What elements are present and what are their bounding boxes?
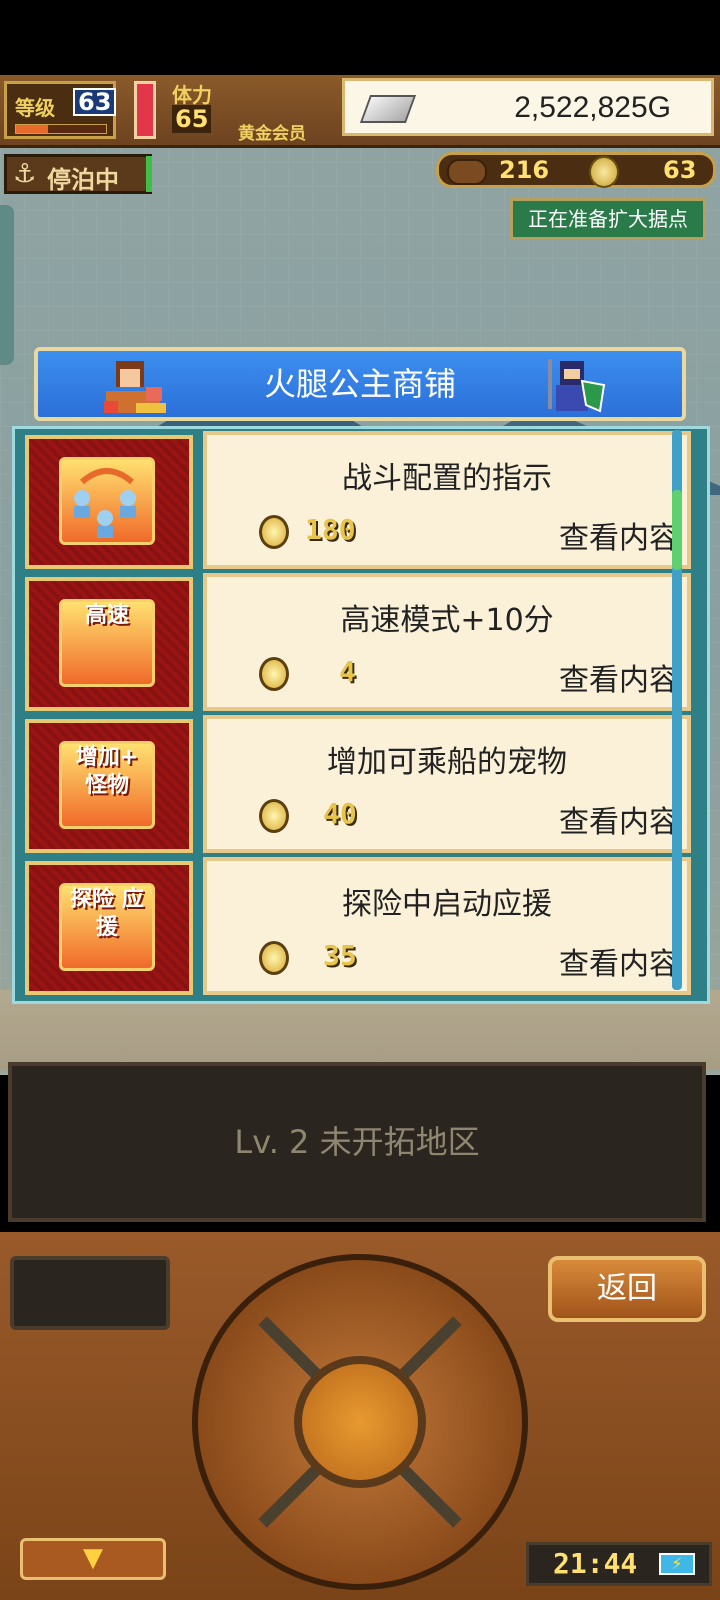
item-price: 4 — [339, 655, 356, 688]
menu-toggle-button[interactable]: ▼ — [20, 1538, 166, 1580]
meat-icon — [447, 159, 487, 185]
docked-status: ⚓ 停泊中 — [4, 154, 152, 194]
item-card[interactable]: 增加可乘船的宠物 40 查看内容 — [203, 715, 691, 853]
side-drawer-handle[interactable] — [0, 205, 14, 365]
item-title: 高速模式+10分 — [340, 603, 554, 638]
level-progress-bar — [15, 124, 107, 134]
item-title: 战斗配置的指示 — [342, 461, 552, 496]
item-thumbnail: 高速 — [25, 577, 193, 711]
anchor-icon: ⚓ — [13, 159, 37, 189]
formation-glyph — [74, 468, 136, 538]
battle-formation-icon — [59, 457, 155, 545]
item-card[interactable]: 探险中启动应援 35 查看内容 — [203, 857, 691, 995]
shop-header: 火腿公主商铺 — [34, 347, 686, 421]
coin-value: 63 — [663, 156, 697, 184]
knight-avatar-icon — [548, 359, 606, 413]
level-label: 等级 — [15, 96, 55, 120]
item-thumbnail — [25, 435, 193, 569]
coin-icon — [259, 657, 289, 691]
level-value: 63 — [73, 88, 117, 116]
item-title: 增加可乘船的宠物 — [327, 745, 567, 780]
stamina-gauge — [134, 81, 156, 139]
clock-box: 21:44 ⚡ — [526, 1542, 712, 1586]
item-thumbnail: 增加+ 怪物 — [25, 719, 193, 853]
game-screen: 等级 63 体力 65 黄金会员 2,522,825G ⚓ 停泊中 216 63… — [0, 0, 720, 1600]
item-title: 探险中启动应援 — [342, 887, 552, 922]
directional-pad[interactable] — [192, 1254, 528, 1590]
high-speed-icon: 高速 — [59, 599, 155, 687]
coin-icon — [259, 941, 289, 975]
item-card[interactable]: 高速模式+10分 4 查看内容 — [203, 573, 691, 711]
expedition-support-icon: 探险 应援 — [59, 883, 155, 971]
battery-icon: ⚡ — [659, 1553, 695, 1575]
stamina-value: 65 — [172, 105, 212, 133]
clock-time: 21:44 — [553, 1547, 638, 1580]
item-thumbnail: 探险 应援 — [25, 861, 193, 995]
view-details-button[interactable]: 查看内容 — [559, 513, 679, 557]
item-price: 35 — [323, 939, 357, 972]
expand-base-badge[interactable]: 正在准备扩大据点 — [510, 198, 706, 240]
area-info-text: Lv. 2 未开拓地区 — [234, 1123, 480, 1161]
meat-value: 216 — [499, 156, 550, 184]
area-info-panel: Lv. 2 未开拓地区 — [8, 1062, 706, 1222]
mini-display — [10, 1256, 170, 1330]
item-price: 40 — [323, 797, 357, 830]
coin-icon — [259, 799, 289, 833]
coin-icon — [259, 515, 289, 549]
stamina-label: 体力 — [172, 83, 212, 107]
control-panel: 返回 ▼ 21:44 ⚡ — [0, 1232, 720, 1600]
item-card[interactable]: 战斗配置的指示 180 查看内容 — [203, 431, 691, 569]
list-scroll-thumb[interactable] — [672, 490, 682, 570]
docked-label: 停泊中 — [47, 166, 119, 194]
view-details-button[interactable]: 查看内容 — [559, 939, 679, 983]
shop-item[interactable]: 高速 高速模式+10分 4 查看内容 — [15, 571, 695, 711]
chevron-down-icon: ▼ — [83, 1543, 103, 1573]
shop-item[interactable]: 战斗配置的指示 180 查看内容 — [15, 429, 695, 569]
status-bar: 等级 63 体力 65 黄金会员 2,522,825G — [0, 75, 720, 148]
gold-box: 2,522,825G — [342, 78, 714, 136]
add-monster-icon: 增加+ 怪物 — [59, 741, 155, 829]
resource-box: 216 63 — [436, 152, 716, 188]
back-button[interactable]: 返回 — [548, 1256, 706, 1322]
level-progress-fill — [16, 125, 48, 133]
silver-bar-icon — [359, 95, 417, 123]
shop-item[interactable]: 探险 应援 探险中启动应援 35 查看内容 — [15, 855, 695, 995]
level-box: 等级 63 — [4, 81, 117, 139]
gold-value: 2,522,825G — [514, 91, 671, 124]
shop-item[interactable]: 增加+ 怪物 增加可乘船的宠物 40 查看内容 — [15, 713, 695, 853]
view-details-button[interactable]: 查看内容 — [559, 797, 679, 841]
coin-icon — [589, 156, 619, 188]
member-label: 黄金会员 — [238, 124, 306, 144]
view-details-button[interactable]: 查看内容 — [559, 655, 679, 699]
docked-indicator — [146, 156, 152, 192]
dpad-center-button[interactable] — [294, 1356, 426, 1488]
shop-item-list[interactable]: 战斗配置的指示 180 查看内容 高速 高速模式+10分 4 查看内容 增加+ … — [12, 426, 710, 1004]
item-price: 180 — [305, 513, 356, 546]
